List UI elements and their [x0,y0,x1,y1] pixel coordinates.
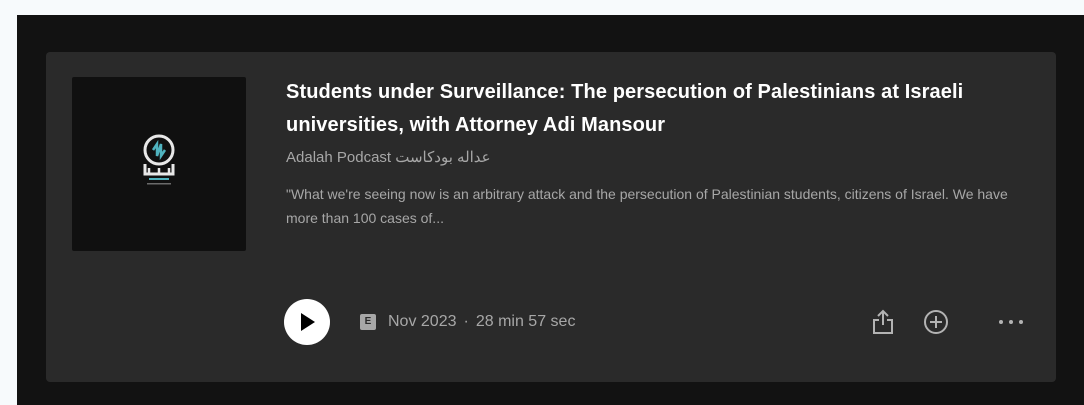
plus-circle-icon [924,310,948,334]
more-horizontal-icon [999,320,1023,324]
episode-meta: Nov 2023 · 28 min 57 sec [388,311,575,333]
release-date: Nov 2023 [388,313,457,330]
episode-card[interactable]: Students under Surveillance: The persecu… [46,52,1056,382]
more-options-button[interactable] [996,307,1026,337]
episode-info: Students under Surveillance: The persecu… [286,76,1036,230]
play-button[interactable] [284,299,330,345]
share-icon [873,309,893,334]
episode-description: "What we're seeing now is an arbitrary a… [286,186,1008,226]
add-to-library-button[interactable] [921,307,951,337]
share-button[interactable] [868,307,898,337]
play-icon [301,313,315,331]
episode-duration: 28 min 57 sec [475,313,576,330]
adalah-logo [143,134,175,185]
explicit-badge: E [360,314,376,330]
episode-cover-art[interactable] [72,77,246,251]
podcast-publisher[interactable]: Adalah Podcast عداله بودكاست [286,148,1036,168]
episode-controls: E Nov 2023 · 28 min 57 sec [284,299,1034,345]
meta-separator: · [463,313,469,330]
episode-title[interactable]: Students under Surveillance: The persecu… [286,76,1036,142]
